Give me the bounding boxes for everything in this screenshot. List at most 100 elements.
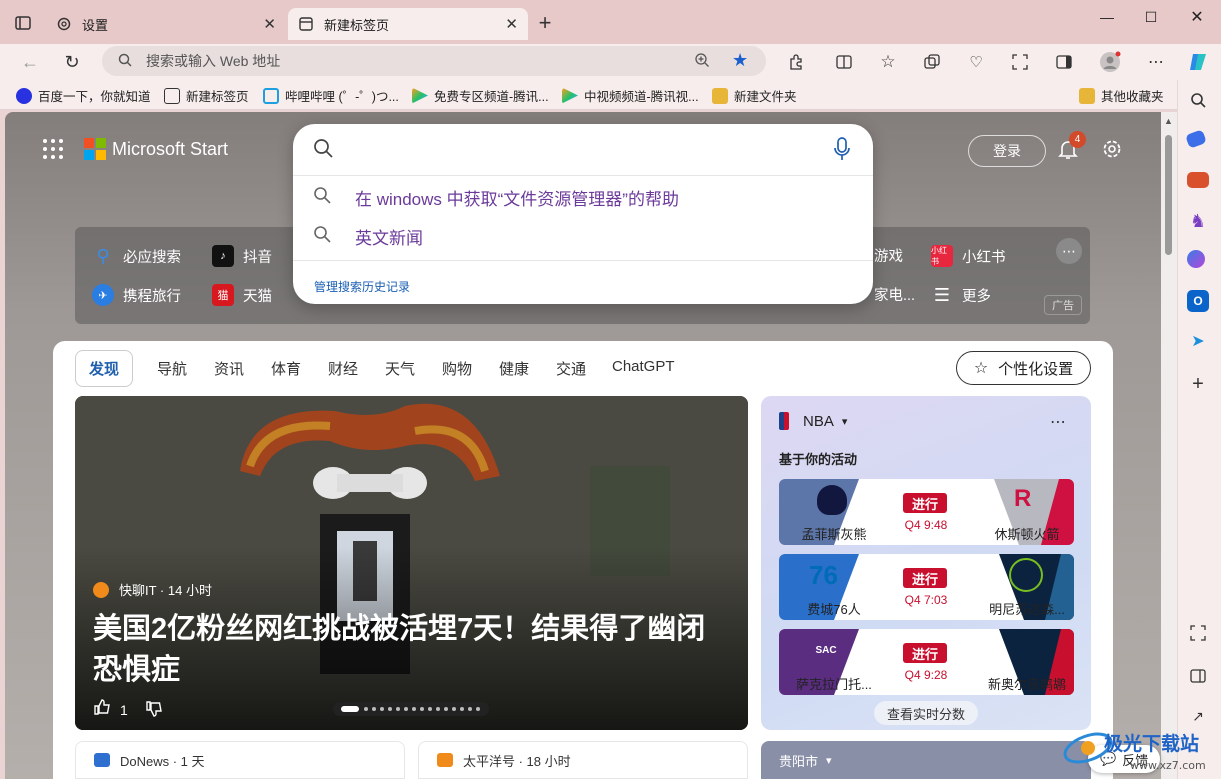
search-input[interactable] (293, 124, 873, 176)
collections-icon[interactable] (920, 50, 944, 74)
quicklink-douyin[interactable]: ♪ 抖音 (212, 245, 272, 267)
carousel-indicator[interactable] (333, 702, 489, 716)
favorite-star-icon[interactable]: ★ (732, 50, 748, 71)
news-card[interactable]: DoNews · 1 天 (75, 741, 405, 779)
search-suggestion[interactable]: 在 windows 中获取“文件资源管理器”的帮助 (313, 185, 679, 210)
split-screen-icon[interactable] (832, 50, 856, 74)
tab-new-tab[interactable]: 新建标签页 ✕ (288, 8, 528, 40)
refresh-icon[interactable]: ↻ (60, 50, 84, 74)
search-suggestion[interactable]: 英文新闻 (313, 224, 423, 249)
sidebar-toggle-icon[interactable] (1052, 50, 1076, 74)
copilot-app-icon[interactable] (1187, 250, 1205, 268)
scroll-up-icon[interactable]: ▲ (1164, 116, 1173, 126)
microphone-icon[interactable] (833, 137, 851, 164)
weather-card[interactable]: 贵阳市 ▾ (761, 741, 1091, 779)
tab-traffic[interactable]: 交通 (556, 358, 586, 379)
hero-title[interactable]: 美国2亿粉丝网红挑战被活埋7天！结果得了幽闭恐惧症 (93, 609, 733, 691)
scrollbar-thumb[interactable] (1165, 135, 1172, 255)
apps-launcher-icon[interactable] (42, 138, 64, 160)
microsoft-start-logo[interactable]: Microsoft Start (84, 138, 228, 160)
tab-sports[interactable]: 体育 (271, 358, 301, 379)
quicklink-bing[interactable]: ⚲ 必应搜索 (92, 245, 181, 267)
quicklink-label: 抖音 (243, 249, 272, 266)
toolbox-icon[interactable] (1187, 172, 1209, 188)
zoom-icon[interactable] (694, 52, 710, 71)
quicklink-more[interactable]: ☰ 更多 (931, 284, 991, 306)
performance-icon[interactable]: ♡ (964, 50, 988, 74)
game-status: 进行 (903, 568, 947, 588)
back-icon[interactable]: ← (18, 50, 42, 74)
nba-more-icon[interactable]: ⋯ (1050, 412, 1066, 432)
game-card[interactable]: 76 费城76人 进行 Q4 7:03 明尼苏达森... (779, 554, 1074, 620)
fav-newtab[interactable]: 新建标签页 (164, 86, 249, 105)
hero-source[interactable]: 快聊IT · 14 小时 (93, 580, 212, 599)
search-icon (313, 138, 333, 161)
fav-new-folder[interactable]: 新建文件夹 (712, 86, 797, 105)
quicklink-label: 携程旅行 (123, 288, 181, 305)
kings-logo-icon: SAC (809, 635, 843, 665)
watermark: 极光下载站 www.xz7.com (1060, 724, 1220, 779)
screenshot-icon[interactable] (1008, 50, 1032, 74)
close-tab-icon[interactable]: ✕ (505, 15, 518, 33)
copilot-icon[interactable] (1186, 50, 1210, 74)
chess-icon[interactable]: ♞ (1187, 210, 1209, 232)
card-source: 太平洋号 · 18 小时 (463, 753, 571, 769)
fav-other[interactable]: 其他收藏夹 (1079, 86, 1164, 105)
profile-avatar[interactable] (1098, 50, 1122, 74)
maximize-button[interactable]: ☐ (1136, 6, 1166, 28)
tab-shopping[interactable]: 购物 (442, 358, 472, 379)
tab-chatgpt[interactable]: ChatGPT (612, 358, 675, 375)
new-tab-button[interactable]: + (534, 12, 556, 34)
quicklink-ctrip[interactable]: ✈ 携程旅行 (92, 284, 181, 306)
tab-weather[interactable]: 天气 (385, 358, 415, 379)
gear-icon[interactable] (1100, 137, 1126, 163)
quicklink-tmall[interactable]: 猫天猫 (212, 284, 272, 306)
live-scores-button[interactable]: 查看实时分数 (874, 701, 978, 725)
signin-button[interactable]: 登录 (968, 135, 1046, 167)
tab-navigation[interactable]: 导航 (157, 358, 187, 379)
nba-logo-icon (779, 412, 789, 430)
screenshot-icon[interactable] (1187, 622, 1209, 644)
quicklink-appliance[interactable]: 家电... (874, 284, 915, 305)
chevron-down-icon: ▾ (841, 415, 848, 428)
extensions-icon[interactable] (784, 50, 808, 74)
fav-baidu[interactable]: 百度一下，你就知道 (16, 86, 151, 105)
minimize-button[interactable]: — (1092, 6, 1122, 28)
game-card[interactable]: R 孟菲斯灰熊 进行 Q4 9:48 休斯顿火箭 (779, 479, 1074, 545)
quicklink-games[interactable]: 游戏 (874, 245, 903, 266)
bing-search-icon: ⚲ (96, 245, 110, 266)
add-icon[interactable]: + (1187, 373, 1209, 395)
send-icon[interactable]: ➤ (1187, 330, 1209, 352)
quicklink-xiaohongshu[interactable]: 小红书 小红书 (931, 245, 1006, 267)
sidebar-layout-icon[interactable] (1187, 665, 1209, 687)
fav-bilibili[interactable]: 哔哩哔哩 (゜-゜)つ... (263, 86, 399, 105)
quicklinks-more-icon[interactable]: ⋯ (1056, 238, 1082, 264)
tab-health[interactable]: 健康 (499, 358, 529, 379)
like-button[interactable]: 1 (94, 698, 128, 721)
fav-tencent-mid[interactable]: 中视频频道-腾讯视... (562, 86, 699, 105)
news-card[interactable]: 太平洋号 · 18 小时 (418, 741, 748, 779)
favorites-icon[interactable]: ☆ (876, 50, 900, 74)
address-bar[interactable]: 搜索或输入 Web 地址 ★ (102, 46, 766, 76)
game-clock: Q4 9:28 (904, 668, 948, 682)
close-tab-icon[interactable]: ✕ (263, 15, 276, 33)
quicklink-label: 家电... (874, 288, 916, 304)
search-icon[interactable] (1187, 89, 1209, 111)
tab-settings[interactable]: 设置 ✕ (46, 8, 286, 40)
more-menu-icon[interactable]: ⋯ (1144, 50, 1168, 74)
personalize-button[interactable]: ☆ 个性化设置 (956, 351, 1091, 385)
close-window-button[interactable]: ✕ (1182, 6, 1212, 28)
nba-header[interactable]: NBA ▾ (779, 412, 847, 430)
nba-subtitle: 基于你的活动 (779, 452, 858, 467)
fav-tencent-free[interactable]: 免费专区频道-腾讯... (412, 86, 549, 105)
manage-search-history-link[interactable]: 管理搜索历史记录 (314, 278, 410, 295)
game-card[interactable]: SAC 萨克拉门托... 进行 Q4 9:28 新奥尔良鹈鹕 (779, 629, 1074, 695)
tab-news[interactable]: 资讯 (214, 358, 244, 379)
quicklink-label: 更多 (962, 288, 991, 305)
tab-finance[interactable]: 财经 (328, 358, 358, 379)
outlook-icon[interactable]: O (1187, 290, 1209, 312)
divider (293, 260, 873, 261)
tab-actions-icon[interactable] (14, 14, 34, 34)
tab-discover[interactable]: 发现 (75, 350, 133, 387)
dislike-button[interactable] (146, 700, 164, 721)
